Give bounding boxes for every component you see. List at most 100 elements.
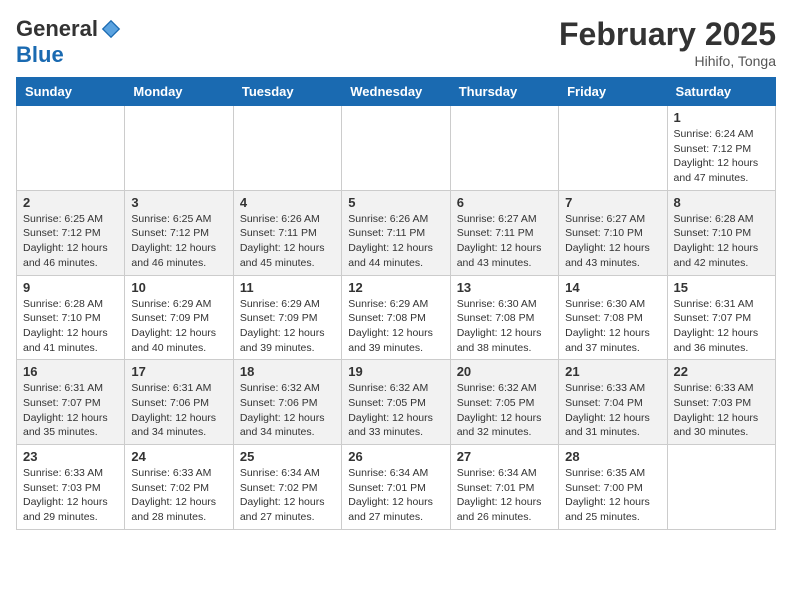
day-info: Sunrise: 6:29 AMSunset: 7:09 PMDaylight:…: [131, 297, 226, 356]
calendar-cell: 26Sunrise: 6:34 AMSunset: 7:01 PMDayligh…: [342, 445, 450, 530]
day-info: Sunrise: 6:29 AMSunset: 7:08 PMDaylight:…: [348, 297, 443, 356]
page-header: General Blue February 2025 Hihifo, Tonga: [16, 16, 776, 69]
day-number: 2: [23, 195, 118, 210]
calendar-cell: 16 Sunrise: 6:31 AMSunset: 7:07 PMDayligh…: [17, 360, 125, 445]
day-number: 17: [131, 364, 226, 379]
day-info: Sunrise: 6:33 AMSunset: 7:03 PMDaylight:…: [23, 466, 118, 525]
col-header-sunday: Sunday: [17, 78, 125, 106]
day-info: Sunrise: 6:34 AMSunset: 7:01 PMDaylight:…: [348, 466, 443, 525]
calendar-cell: 9 Sunrise: 6:28 AMSunset: 7:10 PMDaylight…: [17, 275, 125, 360]
calendar-cell: 4 Sunrise: 6:26 AMSunset: 7:11 PMDaylight…: [233, 190, 341, 275]
day-number: 28: [565, 449, 660, 464]
calendar-cell: 5Sunrise: 6:26 AMSunset: 7:11 PMDaylight…: [342, 190, 450, 275]
calendar-cell: 23 Sunrise: 6:33 AMSunset: 7:03 PMDayligh…: [17, 445, 125, 530]
calendar-cell: 8 Sunrise: 6:28 AMSunset: 7:10 PMDaylight…: [667, 190, 775, 275]
day-number: 18: [240, 364, 335, 379]
calendar-cell: 2 Sunrise: 6:25 AMSunset: 7:12 PMDaylight…: [17, 190, 125, 275]
day-info: Sunrise: 6:25 AMSunset: 7:12 PMDaylight:…: [23, 212, 118, 271]
calendar-cell: 6 Sunrise: 6:27 AMSunset: 7:11 PMDaylight…: [450, 190, 558, 275]
day-number: 24: [131, 449, 226, 464]
day-number: 11: [240, 280, 335, 295]
day-number: 10: [131, 280, 226, 295]
calendar-cell: 28Sunrise: 6:35 AMSunset: 7:00 PMDayligh…: [559, 445, 667, 530]
logo: General Blue: [16, 16, 122, 68]
day-info: Sunrise: 6:27 AMSunset: 7:10 PMDaylight:…: [565, 212, 660, 271]
calendar-header-row: SundayMondayTuesdayWednesdayThursdayFrid…: [17, 78, 776, 106]
col-header-saturday: Saturday: [667, 78, 775, 106]
calendar-week-row: 9 Sunrise: 6:28 AMSunset: 7:10 PMDaylight…: [17, 275, 776, 360]
day-number: 9: [23, 280, 118, 295]
day-number: 8: [674, 195, 769, 210]
calendar-cell: 24 Sunrise: 6:33 AMSunset: 7:02 PMDayligh…: [125, 445, 233, 530]
logo-blue-text: Blue: [16, 42, 64, 68]
calendar-cell: 27Sunrise: 6:34 AMSunset: 7:01 PMDayligh…: [450, 445, 558, 530]
calendar-cell: [559, 106, 667, 191]
calendar-cell: 13 Sunrise: 6:30 AMSunset: 7:08 PMDayligh…: [450, 275, 558, 360]
day-number: 25: [240, 449, 335, 464]
day-number: 4: [240, 195, 335, 210]
day-info: Sunrise: 6:30 AMSunset: 7:08 PMDaylight:…: [457, 297, 552, 356]
day-info: Sunrise: 6:33 AMSunset: 7:02 PMDaylight:…: [131, 466, 226, 525]
day-number: 19: [348, 364, 443, 379]
day-number: 5: [348, 195, 443, 210]
day-info: Sunrise: 6:30 AMSunset: 7:08 PMDaylight:…: [565, 297, 660, 356]
day-info: Sunrise: 6:32 AMSunset: 7:06 PMDaylight:…: [240, 381, 335, 440]
calendar-cell: 7 Sunrise: 6:27 AMSunset: 7:10 PMDaylight…: [559, 190, 667, 275]
day-number: 21: [565, 364, 660, 379]
calendar-cell: 18 Sunrise: 6:32 AMSunset: 7:06 PMDayligh…: [233, 360, 341, 445]
col-header-monday: Monday: [125, 78, 233, 106]
day-number: 12: [348, 280, 443, 295]
day-number: 6: [457, 195, 552, 210]
day-info: Sunrise: 6:28 AMSunset: 7:10 PMDaylight:…: [23, 297, 118, 356]
day-info: Sunrise: 6:25 AMSunset: 7:12 PMDaylight:…: [131, 212, 226, 271]
calendar-cell: 19 Sunrise: 6:32 AMSunset: 7:05 PMDayligh…: [342, 360, 450, 445]
month-title: February 2025: [559, 16, 776, 53]
day-info: Sunrise: 6:24 AMSunset: 7:12 PMDaylight:…: [674, 127, 769, 186]
day-number: 22: [674, 364, 769, 379]
day-info: Sunrise: 6:28 AMSunset: 7:10 PMDaylight:…: [674, 212, 769, 271]
logo-general-text: General: [16, 16, 98, 42]
day-number: 27: [457, 449, 552, 464]
day-info: Sunrise: 6:33 AMSunset: 7:03 PMDaylight:…: [674, 381, 769, 440]
calendar-table: SundayMondayTuesdayWednesdayThursdayFrid…: [16, 77, 776, 530]
day-number: 14: [565, 280, 660, 295]
col-header-friday: Friday: [559, 78, 667, 106]
calendar-cell: 20 Sunrise: 6:32 AMSunset: 7:05 PMDayligh…: [450, 360, 558, 445]
calendar-cell: 25 Sunrise: 6:34 AMSunset: 7:02 PMDayligh…: [233, 445, 341, 530]
day-info: Sunrise: 6:31 AMSunset: 7:06 PMDaylight:…: [131, 381, 226, 440]
day-info: Sunrise: 6:31 AMSunset: 7:07 PMDaylight:…: [23, 381, 118, 440]
day-info: Sunrise: 6:31 AMSunset: 7:07 PMDaylight:…: [674, 297, 769, 356]
calendar-cell: [342, 106, 450, 191]
calendar-cell: 1 Sunrise: 6:24 AMSunset: 7:12 PMDaylight…: [667, 106, 775, 191]
title-area: February 2025 Hihifo, Tonga: [559, 16, 776, 69]
day-info: Sunrise: 6:34 AMSunset: 7:02 PMDaylight:…: [240, 466, 335, 525]
col-header-wednesday: Wednesday: [342, 78, 450, 106]
day-info: Sunrise: 6:32 AMSunset: 7:05 PMDaylight:…: [348, 381, 443, 440]
location-subtitle: Hihifo, Tonga: [559, 53, 776, 69]
calendar-cell: 3 Sunrise: 6:25 AMSunset: 7:12 PMDaylight…: [125, 190, 233, 275]
day-info: Sunrise: 6:32 AMSunset: 7:05 PMDaylight:…: [457, 381, 552, 440]
day-number: 3: [131, 195, 226, 210]
col-header-thursday: Thursday: [450, 78, 558, 106]
day-info: Sunrise: 6:27 AMSunset: 7:11 PMDaylight:…: [457, 212, 552, 271]
calendar-cell: [450, 106, 558, 191]
day-info: Sunrise: 6:29 AMSunset: 7:09 PMDaylight:…: [240, 297, 335, 356]
day-info: Sunrise: 6:26 AMSunset: 7:11 PMDaylight:…: [240, 212, 335, 271]
day-number: 15: [674, 280, 769, 295]
calendar-cell: 22 Sunrise: 6:33 AMSunset: 7:03 PMDayligh…: [667, 360, 775, 445]
day-number: 13: [457, 280, 552, 295]
calendar-cell: [125, 106, 233, 191]
calendar-week-row: 1 Sunrise: 6:24 AMSunset: 7:12 PMDaylight…: [17, 106, 776, 191]
day-number: 16: [23, 364, 118, 379]
calendar-cell: 15 Sunrise: 6:31 AMSunset: 7:07 PMDayligh…: [667, 275, 775, 360]
logo-icon: [100, 18, 122, 40]
calendar-cell: 21Sunrise: 6:33 AMSunset: 7:04 PMDayligh…: [559, 360, 667, 445]
day-number: 7: [565, 195, 660, 210]
calendar-cell: [667, 445, 775, 530]
day-number: 1: [674, 110, 769, 125]
calendar-week-row: 2 Sunrise: 6:25 AMSunset: 7:12 PMDaylight…: [17, 190, 776, 275]
day-number: 20: [457, 364, 552, 379]
day-number: 23: [23, 449, 118, 464]
calendar-cell: 12 Sunrise: 6:29 AMSunset: 7:08 PMDayligh…: [342, 275, 450, 360]
calendar-week-row: 23 Sunrise: 6:33 AMSunset: 7:03 PMDayligh…: [17, 445, 776, 530]
